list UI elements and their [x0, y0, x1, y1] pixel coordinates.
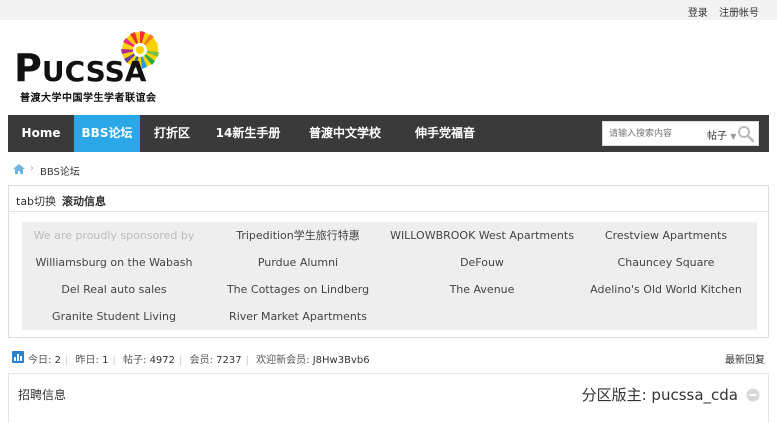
collapse-icon[interactable]: [746, 388, 760, 405]
newest-member-link[interactable]: J8Hw3Bvb6: [313, 355, 370, 366]
tab-switch[interactable]: tab切换: [16, 193, 56, 209]
stats-chart-icon: [12, 351, 24, 366]
home-icon[interactable]: [12, 163, 26, 178]
nav-item-home[interactable]: Home: [8, 115, 74, 152]
main-nav: Home BBS论坛 打折区 14新生手册 普渡中文学校 伸手党福音 帖子 ▼: [8, 115, 769, 152]
stat-today: 2: [54, 355, 61, 366]
nav-item-freshman-guide[interactable]: 14新生手册: [204, 115, 292, 152]
register-link[interactable]: 注册帐号: [719, 8, 759, 19]
logo-wordmark: PUCSSA: [14, 46, 147, 90]
tab-scroll-info[interactable]: 滚动信息: [62, 193, 106, 209]
site-logo[interactable]: PUCSSA 普渡大学中国学生学者联谊会: [12, 30, 162, 104]
sponsor-link[interactable]: The Avenue: [390, 276, 574, 303]
sponsor-link[interactable]: DeFouw: [390, 249, 574, 276]
sponsor-caption: We are proudly sponsored by: [33, 229, 195, 242]
breadcrumb-separator: ›: [30, 163, 34, 174]
search-icon: [738, 126, 755, 143]
nav-item-discount[interactable]: 打折区: [140, 115, 204, 152]
latest-reply-link[interactable]: 最新回复: [725, 351, 765, 366]
sponsor-link[interactable]: Del Real auto sales: [22, 276, 206, 303]
sponsor-link[interactable]: Williamsburg on the Wabash: [22, 249, 206, 276]
breadcrumb-current[interactable]: BBS论坛: [40, 163, 80, 178]
sponsor-link[interactable]: WILLOWBROOK West Apartments: [390, 222, 574, 249]
top-bar: 登录 注册帐号: [0, 0, 777, 20]
forum-section: 招聘信息 分区版主: pucssa_cda: [8, 373, 769, 423]
top-links: 登录 注册帐号: [680, 4, 759, 19]
sponsor-grid: We are proudly sponsored by Tripedition学…: [22, 222, 757, 330]
stat-yesterday: 1: [102, 355, 109, 366]
forum-title[interactable]: 招聘信息: [18, 386, 66, 403]
search-type-select[interactable]: 帖子 ▼: [707, 127, 736, 142]
sponsor-link[interactable]: Adelino's Old World Kitchen: [574, 276, 758, 303]
sponsor-panel: tab切换 滚动信息 We are proudly sponsored by T…: [8, 185, 769, 338]
search-box: 帖子 ▼: [602, 121, 759, 146]
sponsor-link[interactable]: The Cottages on Lindberg: [206, 276, 390, 303]
sponsor-link[interactable]: Granite Student Living: [22, 303, 206, 330]
sponsor-link[interactable]: Crestview Apartments: [574, 222, 758, 249]
search-input[interactable]: [603, 122, 703, 145]
logo-subtitle: 普渡大学中国学生学者联谊会: [20, 93, 157, 104]
nav-item-bbs[interactable]: BBS论坛: [74, 115, 140, 152]
nav-item-freebies[interactable]: 伸手党福音: [398, 115, 492, 152]
login-link[interactable]: 登录: [688, 8, 708, 19]
search-button[interactable]: [734, 122, 758, 145]
stat-posts: 4972: [149, 355, 176, 366]
forum-moderator: 分区版主: pucssa_cda: [581, 386, 738, 404]
sponsor-link[interactable]: Tripedition学生旅行特惠: [206, 222, 390, 249]
panel-tabs: tab切换 滚动信息: [9, 186, 768, 212]
sponsor-link[interactable]: Chauncey Square: [574, 249, 758, 276]
sponsor-link[interactable]: Purdue Alumni: [206, 249, 390, 276]
sponsor-link[interactable]: River Market Apartments: [206, 303, 390, 330]
nav-item-chinese-school[interactable]: 普渡中文学校: [292, 115, 398, 152]
stat-members: 7237: [216, 355, 242, 366]
